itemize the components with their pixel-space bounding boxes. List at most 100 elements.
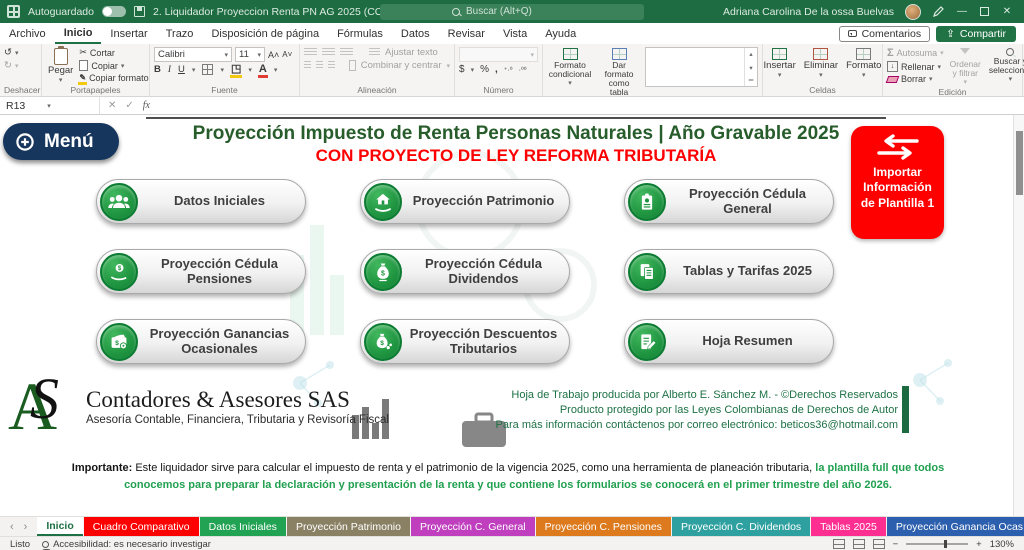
paste-button[interactable]: Pegar▾ bbox=[46, 47, 75, 85]
format-cells-button[interactable]: Formato▾ bbox=[844, 47, 883, 80]
datos-iniciales-button[interactable]: Datos Iniciales bbox=[96, 179, 306, 224]
font-color-button[interactable]: A bbox=[259, 64, 267, 75]
tablas-tarifas-button[interactable]: Tablas y Tarifas 2025 bbox=[624, 249, 834, 294]
sort-filter-button[interactable]: Ordenar y filtrar▾ bbox=[948, 47, 983, 87]
tab-disposicion[interactable]: Disposición de página bbox=[202, 23, 328, 44]
share-button[interactable]: ⇪Compartir bbox=[936, 26, 1016, 42]
zoom-slider[interactable] bbox=[906, 543, 968, 545]
undo-button[interactable]: ↺ ▾ bbox=[4, 47, 37, 58]
tab-trazo[interactable]: Trazo bbox=[157, 23, 203, 44]
zoom-level[interactable]: 130% bbox=[990, 539, 1014, 550]
clear-button[interactable]: Borrar ▾ bbox=[887, 74, 944, 84]
tab-ayuda[interactable]: Ayuda bbox=[536, 23, 585, 44]
proyeccion-cedula-general-button[interactable]: Proyección Cédula General bbox=[624, 179, 834, 224]
sheet-tab-inicio[interactable]: Inicio bbox=[37, 517, 82, 536]
search-box[interactable]: Buscar (Alt+Q) bbox=[380, 4, 644, 20]
tab-archivo[interactable]: Archivo bbox=[0, 23, 55, 44]
align-bottom-icon[interactable] bbox=[340, 48, 353, 57]
vertical-scrollbar[interactable] bbox=[1013, 115, 1024, 516]
wrap-text-icon[interactable] bbox=[369, 48, 380, 57]
accessibility-status[interactable]: Accesibilidad: es necesario investigar bbox=[42, 539, 211, 550]
comments-button[interactable]: Comentarios bbox=[839, 26, 931, 42]
sheet-nav-left-icon[interactable]: ‹ bbox=[10, 521, 14, 533]
grow-font-button[interactable]: A˄ bbox=[268, 50, 279, 60]
merge-center-button[interactable]: Combinar y centrar bbox=[361, 60, 442, 71]
comma-button[interactable]: , bbox=[495, 64, 498, 75]
cut-button[interactable]: ✂ Cortar bbox=[79, 47, 148, 58]
sheet-tab-proyeccion-c-pensiones[interactable]: Proyección C. Pensiones bbox=[536, 517, 671, 536]
sheet-tab-proyeccion-c-dividendos[interactable]: Proyección C. Dividendos bbox=[672, 517, 810, 536]
proyeccion-cedula-dividendos-button[interactable]: $ Proyección Cédula Dividendos bbox=[360, 249, 570, 294]
currency-button[interactable]: $ bbox=[459, 64, 465, 75]
align-middle-icon[interactable] bbox=[322, 48, 335, 57]
proyeccion-cedula-pensiones-button[interactable]: $ Proyección Cédula Pensiones bbox=[96, 249, 306, 294]
user-avatar[interactable] bbox=[905, 4, 921, 20]
bold-button[interactable]: B bbox=[154, 64, 161, 75]
proyeccion-patrimonio-button[interactable]: Proyección Patrimonio bbox=[360, 179, 570, 224]
merge-center-icon[interactable] bbox=[349, 60, 356, 71]
tab-insertar[interactable]: Insertar bbox=[101, 23, 156, 44]
restore-button[interactable] bbox=[980, 7, 989, 16]
pen-icon[interactable] bbox=[932, 6, 944, 18]
sheet-tab-proyeccion-patrimonio[interactable]: Proyección Patrimonio bbox=[287, 517, 410, 536]
align-right-icon[interactable] bbox=[328, 61, 335, 70]
align-left-icon[interactable] bbox=[304, 61, 311, 70]
tab-vista[interactable]: Vista bbox=[494, 23, 536, 44]
insert-function-button[interactable]: fx bbox=[143, 100, 150, 111]
vertical-scrollbar-thumb[interactable] bbox=[1016, 131, 1023, 195]
proyeccion-ganancias-ocasionales-button[interactable]: $ Proyección Ganancias Ocasionales bbox=[96, 319, 306, 364]
delete-cells-button[interactable]: Eliminar▾ bbox=[802, 47, 840, 80]
page-break-view-icon[interactable] bbox=[873, 539, 885, 549]
decrease-decimal-button[interactable]: ·⁰⁰ bbox=[519, 66, 527, 74]
tab-datos[interactable]: Datos bbox=[392, 23, 439, 44]
fill-color-button[interactable]: ◳ bbox=[231, 64, 241, 75]
minimize-button[interactable]: — bbox=[955, 6, 969, 17]
normal-view-icon[interactable] bbox=[833, 539, 845, 549]
tab-inicio[interactable]: Inicio bbox=[55, 23, 102, 44]
copy-button[interactable]: Copiar ▾ bbox=[79, 60, 148, 71]
cell-styles-gallery[interactable]: ▴▾═ bbox=[645, 47, 758, 87]
sheet-tab-cuadro-comparativo[interactable]: Cuadro Comparativo bbox=[84, 517, 199, 536]
format-painter-button[interactable]: ✎ Copiar formato bbox=[79, 73, 148, 83]
underline-button[interactable]: U bbox=[178, 64, 185, 75]
fill-button[interactable]: ↓ Rellenar ▾ bbox=[887, 61, 944, 72]
menu-button[interactable]: Menú bbox=[3, 123, 119, 160]
close-button[interactable]: ✕ bbox=[1000, 6, 1014, 17]
wrap-text-button[interactable]: Ajustar texto bbox=[385, 47, 438, 58]
zoom-out-button[interactable]: − bbox=[893, 539, 899, 550]
zoom-slider-thumb[interactable] bbox=[944, 540, 947, 548]
insert-cells-button[interactable]: Insertar▾ bbox=[762, 47, 798, 80]
import-template-button[interactable]: Importar Información de Plantilla 1 bbox=[851, 126, 944, 239]
align-top-icon[interactable] bbox=[304, 48, 317, 57]
tab-formulas[interactable]: Fórmulas bbox=[328, 23, 392, 44]
sheet-tab-tablas-2025[interactable]: Tablas 2025 bbox=[811, 517, 886, 536]
autosum-button[interactable]: Σ Autosuma ▾ bbox=[887, 47, 944, 59]
shrink-font-button[interactable]: A˅ bbox=[282, 50, 292, 59]
autosave-toggle[interactable] bbox=[102, 6, 126, 17]
tab-revisar[interactable]: Revisar bbox=[439, 23, 494, 44]
zoom-in-button[interactable]: + bbox=[976, 539, 982, 550]
conditional-formatting-button[interactable]: Formato condicional▾ bbox=[547, 47, 593, 88]
format-as-table-button[interactable]: Dar formato como tabla▾ bbox=[597, 47, 641, 97]
align-center-icon[interactable] bbox=[316, 61, 323, 70]
increase-decimal-button[interactable]: ⁺·⁰ bbox=[504, 66, 513, 74]
font-size-select[interactable]: 11▾ bbox=[235, 47, 265, 62]
page-layout-view-icon[interactable] bbox=[853, 539, 865, 549]
name-box[interactable]: R13▾ bbox=[0, 97, 100, 114]
sheet-tab-datos-iniciales[interactable]: Datos Iniciales bbox=[200, 517, 286, 536]
percent-button[interactable]: % bbox=[480, 64, 489, 75]
find-select-button[interactable]: Buscar y seleccionar▾ bbox=[987, 47, 1024, 84]
save-icon[interactable] bbox=[134, 6, 145, 17]
sheet-tab-proyeccion-ganancia-ocas[interactable]: Proyección Ganancia Ocas. bbox=[887, 517, 1024, 536]
borders-button[interactable] bbox=[202, 64, 213, 75]
italic-button[interactable]: I bbox=[168, 65, 171, 75]
sheet-nav-right-icon[interactable]: › bbox=[24, 521, 28, 533]
confirm-entry-icon[interactable]: ✓ bbox=[125, 100, 133, 111]
hoja-resumen-button[interactable]: Hoja Resumen bbox=[624, 319, 834, 364]
proyeccion-descuentos-tributarios-button[interactable]: $ Proyección Descuentos Tributarios bbox=[360, 319, 570, 364]
sheet-tab-proyeccion-c-general[interactable]: Proyección C. General bbox=[411, 517, 535, 536]
font-name-select[interactable]: Calibri▾ bbox=[154, 47, 232, 62]
excel-app-icon[interactable] bbox=[7, 5, 20, 18]
redo-button[interactable]: ↻ ▾ bbox=[4, 60, 37, 71]
number-format-select[interactable]: ▾ bbox=[459, 47, 538, 62]
